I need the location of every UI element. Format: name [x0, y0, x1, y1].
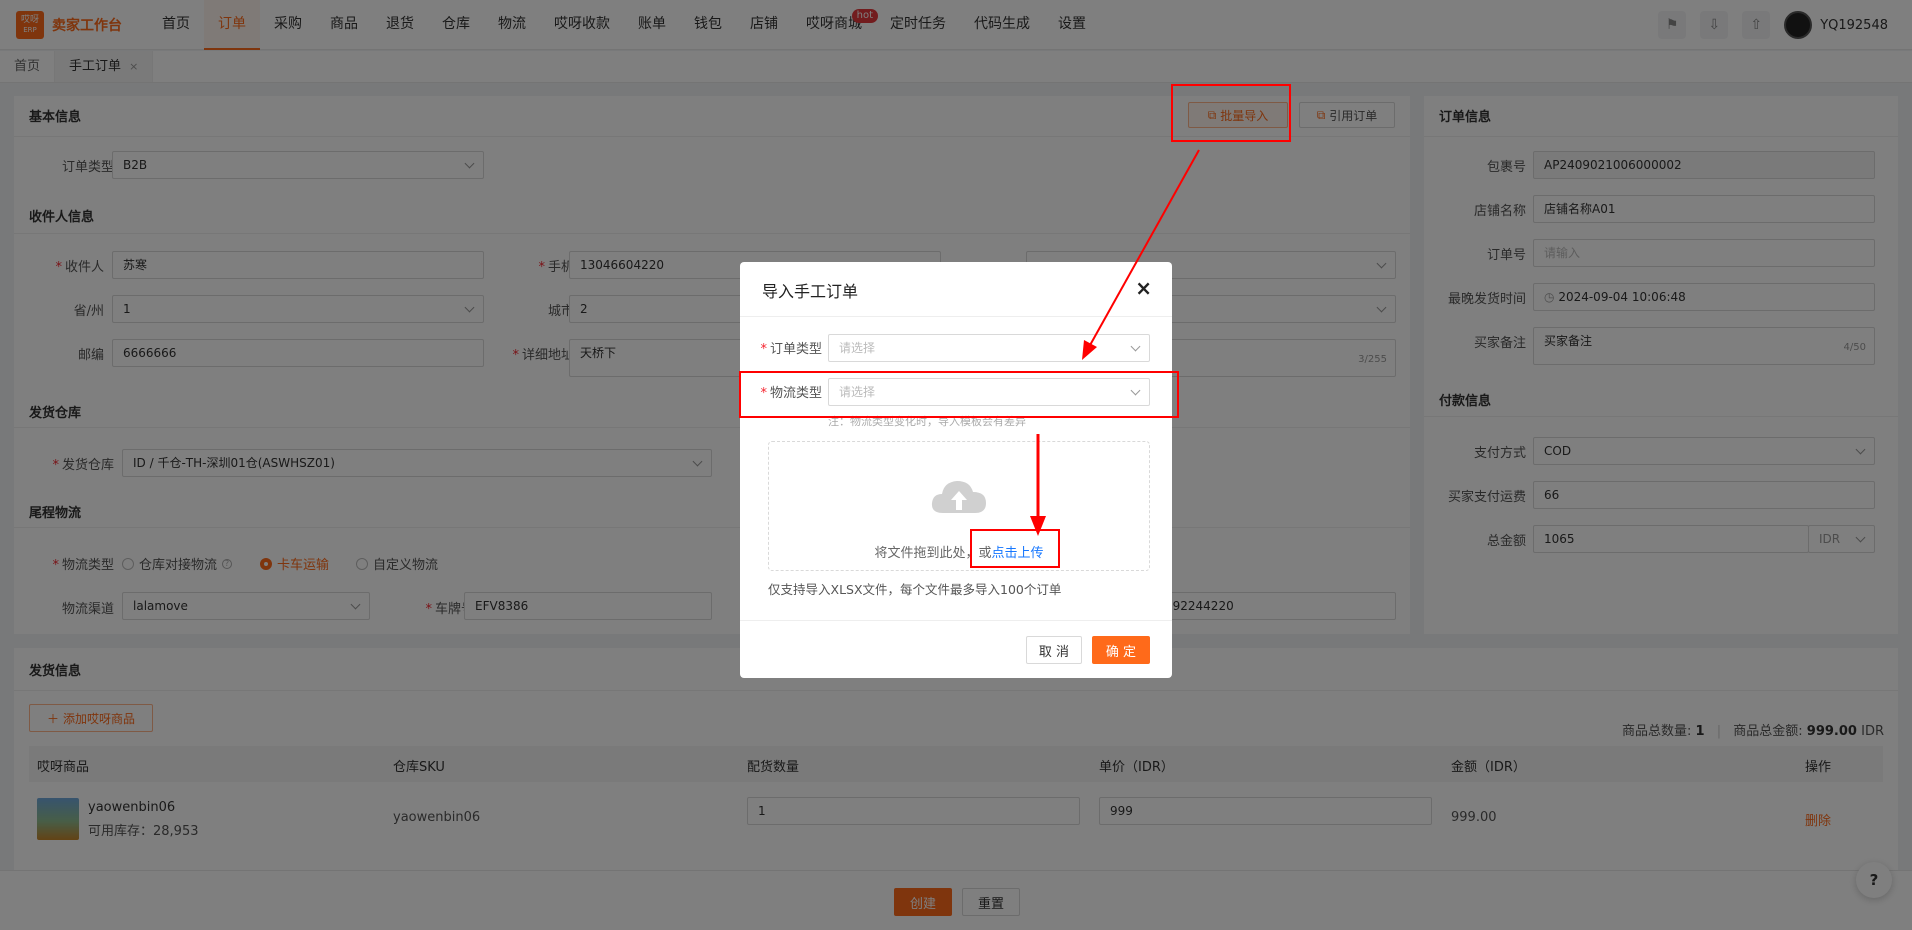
annotation-box-click-upload	[970, 529, 1060, 568]
dialog-title: 导入手工订单	[762, 282, 859, 301]
close-icon[interactable]: ×	[1135, 276, 1152, 300]
divider	[740, 316, 1172, 317]
confirm-button[interactable]: 确 定	[1092, 636, 1150, 664]
dialog-order-type-label: * 订单类型	[760, 342, 822, 357]
cloud-upload-icon	[931, 481, 986, 513]
upload-dropzone[interactable]: 将文件拖到此处，或点击上传	[768, 441, 1150, 571]
upload-text: 将文件拖到此处，或点击上传	[874, 546, 1044, 561]
import-order-dialog: 导入手工订单 × * 订单类型 请选择 * 物流类型 请选择 注：物流类型变化时，导…	[740, 262, 1172, 678]
annotation-box-logistics-type	[739, 371, 1179, 418]
cancel-button[interactable]: 取 消	[1026, 636, 1082, 664]
annotation-box-batch-import	[1171, 84, 1291, 142]
divider	[740, 620, 1172, 621]
dialog-order-type-select[interactable]: 请选择	[828, 334, 1150, 362]
upload-hint: 仅支持导入XLSX文件，每个文件最多导入100个订单	[768, 582, 1062, 597]
